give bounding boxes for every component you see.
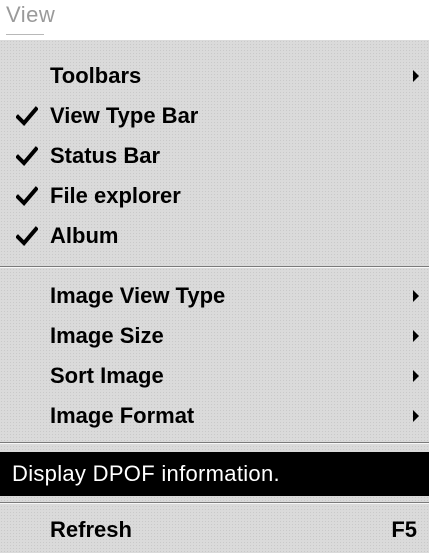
shortcut-label: F5 [391, 517, 417, 542]
menu-item-toolbars[interactable]: Toolbars [0, 56, 429, 96]
menu-separator [0, 442, 429, 444]
title-underline [6, 34, 44, 35]
menu-item-refresh[interactable]: Refresh F5 [0, 510, 429, 550]
menu-separator [0, 502, 429, 504]
menu-item-file-explorer[interactable]: File explorer [0, 176, 429, 216]
check-icon [16, 106, 38, 126]
check-icon [16, 226, 38, 246]
submenu-arrow-icon [413, 330, 419, 342]
menu-item-album[interactable]: Album [0, 216, 429, 256]
menu-item-status-bar[interactable]: Status Bar [0, 136, 429, 176]
menu-title: View [6, 2, 56, 27]
check-icon [16, 186, 38, 206]
menu-item-view-type-bar[interactable]: View Type Bar [0, 96, 429, 136]
menu-item-label: Album [50, 223, 119, 248]
menu-item-label: Sort Image [50, 363, 164, 388]
menu-item-image-size[interactable]: Image Size [0, 316, 429, 356]
menu-item-label: File explorer [50, 183, 181, 208]
menu-item-sort-image[interactable]: Sort Image [0, 356, 429, 396]
submenu-arrow-icon [413, 290, 419, 302]
submenu-arrow-icon [413, 410, 419, 422]
view-menu: Toolbars View Type Bar Status Bar File e… [0, 40, 429, 553]
menu-item-label: Image View Type [50, 283, 226, 308]
menu-item-label: Status Bar [50, 143, 161, 168]
menu-item-label: View Type Bar [50, 103, 199, 128]
menu-item-label: Image Format [50, 403, 195, 428]
menu-item-image-format[interactable]: Image Format [0, 396, 429, 436]
check-icon [16, 146, 38, 166]
menu-item-image-view-type[interactable]: Image View Type [0, 276, 429, 316]
submenu-arrow-icon [413, 370, 419, 382]
menu-item-display-dpof-information[interactable]: Display DPOF information. [0, 452, 429, 496]
menu-item-label: Display DPOF information. [12, 461, 280, 486]
menu-item-label: Image Size [50, 323, 164, 348]
menu-item-label: Refresh [50, 517, 132, 542]
menu-separator [0, 266, 429, 268]
submenu-arrow-icon [413, 70, 419, 82]
menu-item-label: Toolbars [50, 63, 142, 88]
